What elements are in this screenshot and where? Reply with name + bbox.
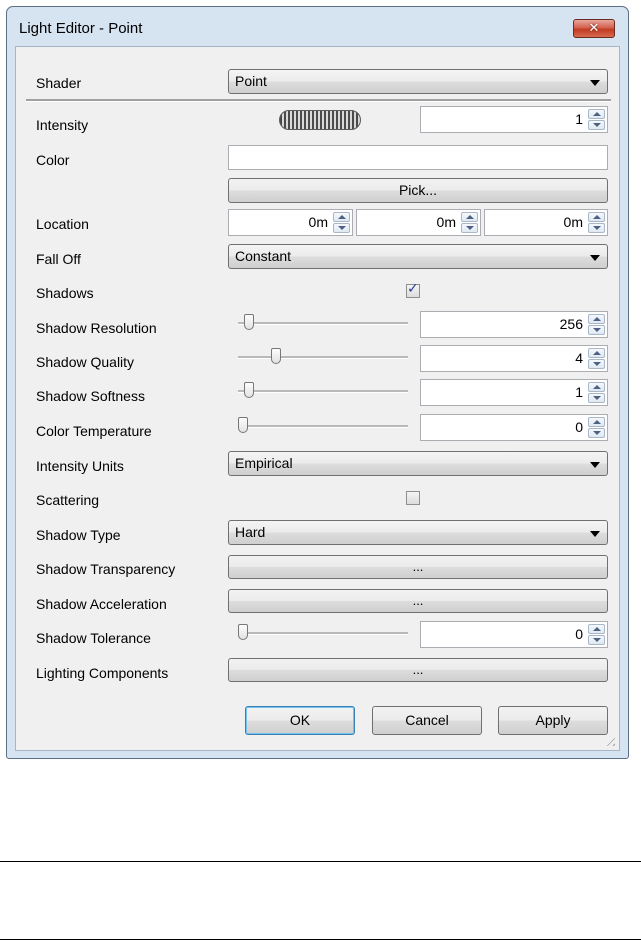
slider-thumb[interactable] bbox=[244, 314, 254, 330]
shadow-softness-spinner[interactable]: 1 bbox=[420, 379, 608, 406]
spin-down-button[interactable] bbox=[588, 120, 605, 130]
spin-up-button[interactable] bbox=[333, 212, 350, 222]
spin-down-button[interactable] bbox=[588, 393, 605, 403]
shadow-type-dropdown[interactable]: Hard bbox=[228, 520, 608, 545]
spin-down-button[interactable] bbox=[588, 359, 605, 369]
location-x-spinner[interactable]: 0m bbox=[228, 209, 353, 236]
color-temperature-spinner[interactable]: 0 bbox=[420, 414, 608, 441]
chevron-down-icon bbox=[590, 531, 600, 537]
shadow-transparency-label: Shadow Transparency bbox=[36, 561, 176, 577]
fall-off-label: Fall Off bbox=[36, 251, 81, 267]
shader-label: Shader bbox=[36, 75, 82, 91]
spin-up-button[interactable] bbox=[461, 212, 478, 222]
slider-thumb[interactable] bbox=[238, 417, 248, 433]
shadow-tolerance-slider[interactable] bbox=[238, 623, 408, 643]
shadow-resolution-spinner[interactable]: 256 bbox=[420, 311, 608, 338]
apply-button[interactable]: Apply bbox=[498, 706, 608, 735]
lighting-components-label: Lighting Components bbox=[36, 665, 169, 681]
chevron-down-icon bbox=[590, 462, 600, 468]
spin-down-button[interactable] bbox=[588, 325, 605, 335]
cancel-button[interactable]: Cancel bbox=[372, 706, 482, 735]
shadow-type-value: Hard bbox=[235, 524, 266, 540]
shadow-tolerance-label: Shadow Tolerance bbox=[36, 630, 151, 646]
intensity-jog-dial[interactable] bbox=[279, 110, 361, 130]
chevron-down-icon bbox=[590, 80, 600, 86]
location-y-spinner[interactable]: 0m bbox=[356, 209, 481, 236]
location-z-spinner[interactable]: 0m bbox=[484, 209, 608, 236]
lighting-components-button[interactable]: ... bbox=[228, 658, 608, 682]
location-label: Location bbox=[36, 216, 89, 232]
divider-line bbox=[0, 861, 641, 862]
spin-up-button[interactable] bbox=[588, 348, 605, 358]
color-temperature-label: Color Temperature bbox=[36, 423, 152, 439]
spin-down-button[interactable] bbox=[588, 635, 605, 645]
close-button[interactable]: ✕ bbox=[573, 19, 615, 38]
spin-up-button[interactable] bbox=[588, 624, 605, 634]
spin-down-button[interactable] bbox=[588, 428, 605, 438]
spin-up-button[interactable] bbox=[588, 382, 605, 392]
title-bar[interactable]: Light Editor - Point ✕ bbox=[7, 7, 628, 45]
checkmark-icon: ✓ bbox=[407, 281, 419, 297]
color-temperature-slider[interactable] bbox=[238, 416, 408, 436]
shadow-quality-value: 4 bbox=[575, 350, 583, 366]
scattering-label: Scattering bbox=[36, 492, 100, 508]
shadow-softness-slider[interactable] bbox=[238, 381, 408, 401]
shadow-resolution-label: Shadow Resolution bbox=[36, 320, 157, 336]
ok-button[interactable]: OK bbox=[245, 706, 355, 735]
shadow-resolution-slider[interactable] bbox=[238, 313, 408, 333]
spin-up-button[interactable] bbox=[588, 212, 605, 222]
fall-off-value: Constant bbox=[235, 248, 292, 264]
intensity-units-dropdown[interactable]: Empirical bbox=[228, 451, 608, 476]
spin-up-button[interactable] bbox=[588, 109, 605, 119]
fall-off-dropdown[interactable]: Constant bbox=[228, 244, 608, 269]
spin-down-button[interactable] bbox=[333, 223, 350, 233]
shadow-tolerance-value: 0 bbox=[575, 626, 583, 642]
spin-down-button[interactable] bbox=[461, 223, 478, 233]
slider-thumb[interactable] bbox=[238, 624, 248, 640]
dialog-client: Shader Point Intensity 1 Color Pick... L… bbox=[15, 46, 620, 751]
shadow-quality-spinner[interactable]: 4 bbox=[420, 345, 608, 372]
light-editor-window: Light Editor - Point ✕ Shader Point Inte… bbox=[6, 6, 629, 759]
chevron-down-icon bbox=[590, 255, 600, 261]
resize-grip-icon[interactable] bbox=[603, 734, 615, 746]
shader-dropdown[interactable]: Point bbox=[228, 69, 608, 94]
spin-up-button[interactable] bbox=[588, 314, 605, 324]
shadows-label: Shadows bbox=[36, 285, 94, 301]
color-temperature-value: 0 bbox=[575, 419, 583, 435]
shadow-transparency-button[interactable]: ... bbox=[228, 555, 608, 579]
spin-down-button[interactable] bbox=[588, 223, 605, 233]
shadows-checkbox[interactable]: ✓ bbox=[406, 281, 420, 298]
shadow-softness-label: Shadow Softness bbox=[36, 388, 145, 404]
close-icon: ✕ bbox=[588, 21, 600, 36]
intensity-label: Intensity bbox=[36, 117, 89, 133]
shadow-resolution-value: 256 bbox=[559, 316, 583, 332]
slider-thumb[interactable] bbox=[271, 348, 281, 364]
intensity-units-label: Intensity Units bbox=[36, 458, 124, 474]
color-swatch[interactable] bbox=[228, 145, 608, 170]
slider-thumb[interactable] bbox=[244, 382, 254, 398]
intensity-spinner[interactable]: 1 bbox=[420, 106, 608, 133]
location-x-value: 0m bbox=[308, 214, 328, 230]
intensity-value: 1 bbox=[575, 111, 583, 127]
divider bbox=[26, 99, 611, 102]
shadow-type-label: Shadow Type bbox=[36, 527, 121, 543]
intensity-units-value: Empirical bbox=[235, 455, 293, 471]
shadow-quality-label: Shadow Quality bbox=[36, 354, 135, 370]
color-label: Color bbox=[36, 152, 70, 168]
shadow-acceleration-button[interactable]: ... bbox=[228, 589, 608, 613]
location-z-value: 0m bbox=[563, 214, 583, 230]
location-y-value: 0m bbox=[436, 214, 456, 230]
window-title: Light Editor - Point bbox=[19, 20, 143, 37]
divider-line bbox=[0, 939, 641, 940]
shader-value: Point bbox=[235, 73, 267, 89]
scattering-checkbox[interactable] bbox=[406, 491, 420, 505]
spin-up-button[interactable] bbox=[588, 417, 605, 427]
shadow-softness-value: 1 bbox=[575, 384, 583, 400]
pick-color-button[interactable]: Pick... bbox=[228, 178, 608, 203]
shadow-tolerance-spinner[interactable]: 0 bbox=[420, 621, 608, 648]
shadow-quality-slider[interactable] bbox=[238, 347, 408, 367]
shadow-acceleration-label: Shadow Acceleration bbox=[36, 596, 167, 612]
